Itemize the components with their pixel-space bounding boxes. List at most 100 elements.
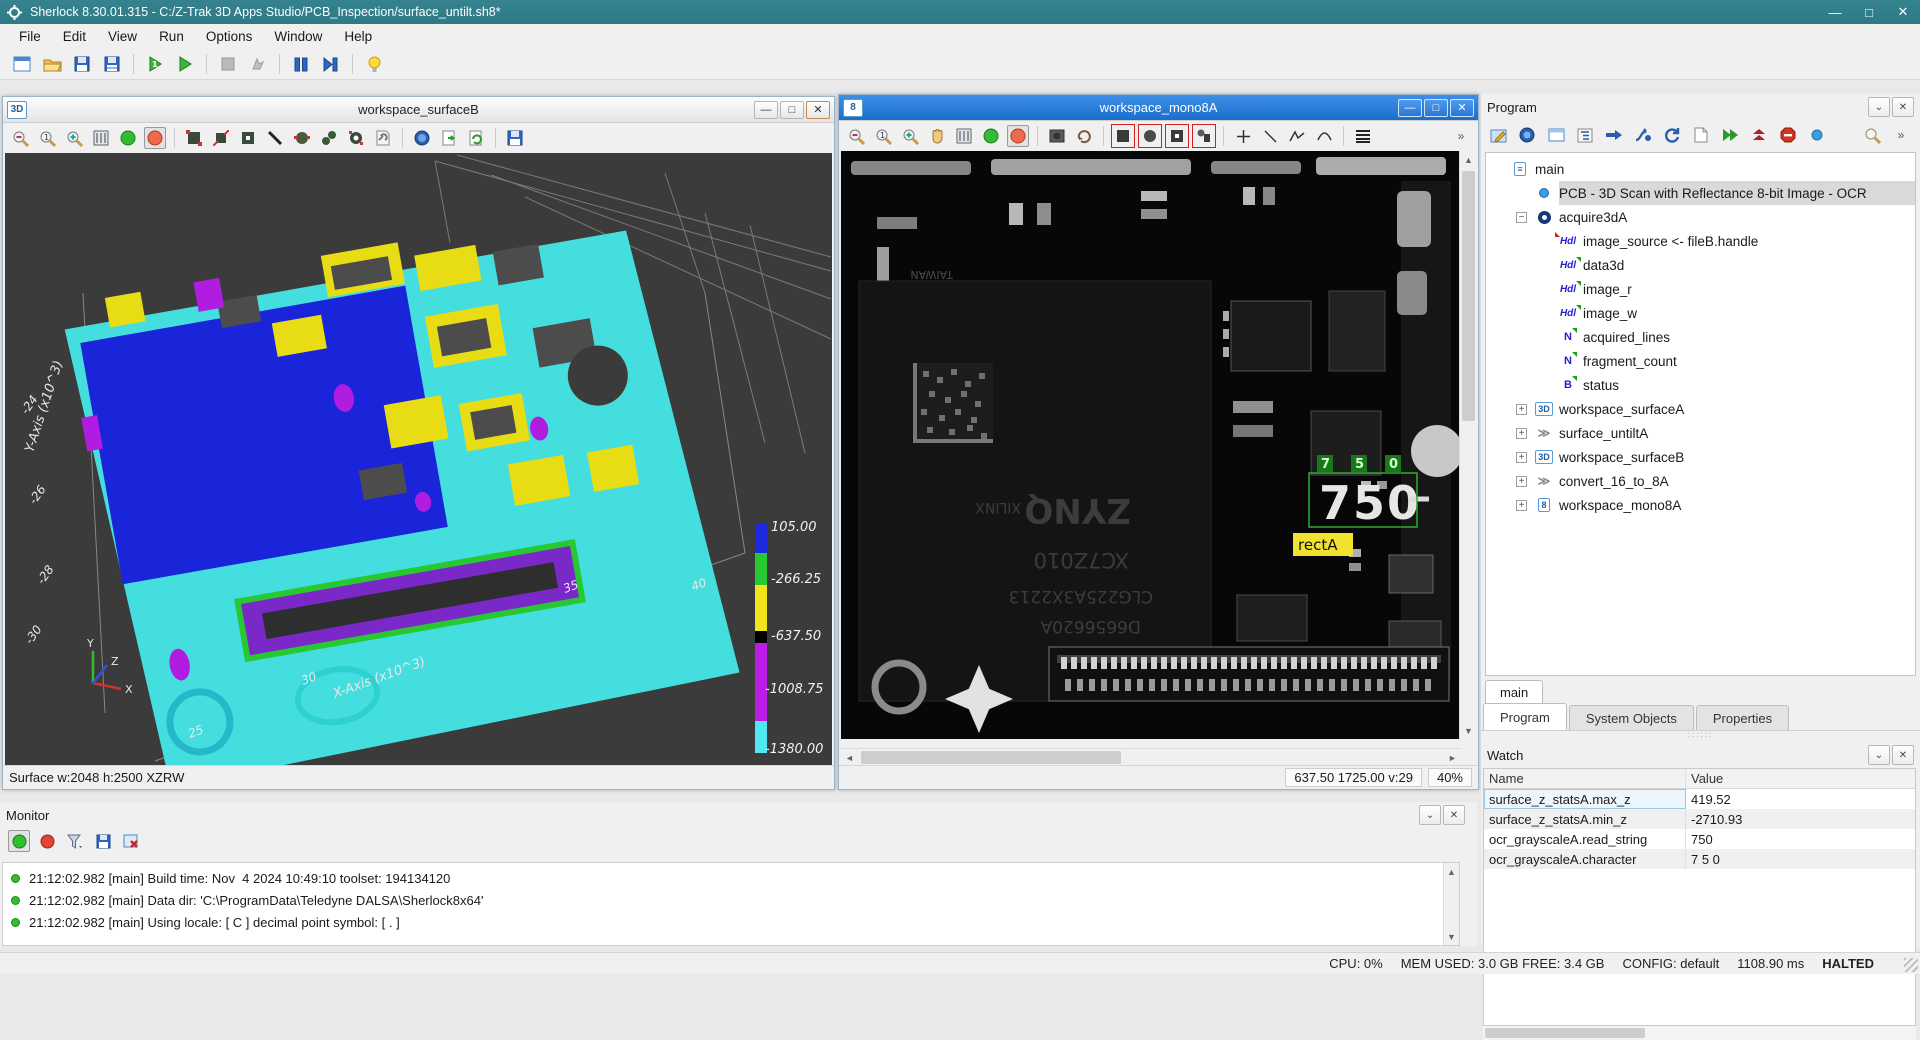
roi-move-icon[interactable]	[210, 127, 232, 149]
watch-row[interactable]: surface_z_statsA.max_z419.52	[1484, 789, 1915, 809]
tree-expand-toggle[interactable]: +	[1516, 500, 1527, 511]
surfaceB-maximize-button[interactable]: □	[780, 101, 804, 119]
roi-line-icon[interactable]	[264, 127, 286, 149]
line-tool-icon[interactable]	[1259, 125, 1281, 147]
app-minimize-button[interactable]: —	[1818, 1, 1852, 23]
menu-run[interactable]: Run	[148, 26, 195, 47]
export-image-icon[interactable]	[438, 127, 460, 149]
roi-double-circle-icon[interactable]	[318, 127, 340, 149]
edit-instruction-icon[interactable]	[1487, 124, 1509, 146]
roi-ellipse-tool-icon[interactable]	[1139, 125, 1161, 147]
program-collapse-button[interactable]: ⌄	[1868, 97, 1890, 117]
monitor-filter-icon[interactable]	[64, 830, 86, 852]
page-icon[interactable]	[1690, 124, 1712, 146]
zoom-in-icon[interactable]	[899, 125, 921, 147]
tree-item-image_w[interactable]: Hdlimage_w	[1486, 301, 1915, 325]
tree-item-acquire3da[interactable]: −acquire3dA	[1486, 205, 1915, 229]
freeze-display-icon[interactable]	[144, 127, 166, 149]
surfaceB-minimize-button[interactable]: —	[754, 101, 778, 119]
scroll-down-arrow[interactable]: ▼	[1460, 722, 1477, 739]
freeze-display-icon[interactable]	[1007, 125, 1029, 147]
new-window-icon[interactable]	[1545, 124, 1567, 146]
tree-item-image_r[interactable]: Hdlimage_r	[1486, 277, 1915, 301]
refresh-icon[interactable]	[1661, 124, 1683, 146]
roi-tools-icon[interactable]	[372, 127, 394, 149]
watch-horizontal-scrollbar[interactable]	[1483, 1026, 1916, 1040]
monitor-close-button[interactable]: ✕	[1443, 805, 1465, 825]
roi-annulus-rect-icon[interactable]	[237, 127, 259, 149]
scroll-up-arrow[interactable]: ▲	[1444, 863, 1459, 880]
live-display-icon[interactable]	[117, 127, 139, 149]
zoom-out-icon[interactable]	[845, 125, 867, 147]
watch-name-cell[interactable]: ocr_grayscaleA.read_string	[1484, 829, 1686, 849]
zoom-reset-icon[interactable]: 1	[36, 127, 58, 149]
monitor-start-icon[interactable]	[8, 830, 30, 852]
tab-properties[interactable]: Properties	[1696, 705, 1789, 730]
tree-expand-toggle[interactable]: +	[1516, 476, 1527, 487]
surfaceB-titlebar[interactable]: 3D workspace_surfaceB — □ ✕	[3, 97, 834, 123]
watch-value-cell[interactable]: 750	[1686, 832, 1915, 847]
open-button[interactable]	[40, 52, 64, 76]
save-as-button[interactable]	[100, 52, 124, 76]
search-icon[interactable]	[1861, 124, 1883, 146]
snapshot-icon[interactable]	[1046, 125, 1068, 147]
scroll-right-arrow[interactable]: ►	[1444, 749, 1461, 766]
pan-hand-icon[interactable]	[926, 125, 948, 147]
tree-view-icon[interactable]	[1574, 124, 1596, 146]
live-display-icon[interactable]	[980, 125, 1002, 147]
window-resize-grip[interactable]	[1904, 958, 1918, 972]
acquire-lens-icon[interactable]	[1516, 124, 1538, 146]
monitor-save-icon[interactable]	[92, 830, 114, 852]
roi-annulus-tool-icon[interactable]	[1166, 125, 1188, 147]
tree-item-pcb[interactable]: PCB - 3D Scan with Reflectance 8-bit Ima…	[1486, 181, 1915, 205]
roi-polygon-icon[interactable]	[345, 127, 367, 149]
surfaceB-close-button[interactable]: ✕	[806, 101, 830, 119]
watch-value-cell[interactable]: -2710.93	[1686, 812, 1915, 827]
monitor-collapse-button[interactable]: ⌄	[1419, 805, 1441, 825]
toolbar-overflow-chevron[interactable]: »	[1450, 125, 1472, 147]
step-button[interactable]	[319, 52, 343, 76]
tree-expand-toggle[interactable]: +	[1516, 452, 1527, 463]
point-tool-icon[interactable]	[1232, 125, 1254, 147]
mono8A-image-viewport[interactable]: TAIWAN D6656620A CLG225A3X2213 XC7Z010	[841, 151, 1461, 739]
menu-file[interactable]: File	[8, 26, 52, 47]
scrollbar-thumb[interactable]	[1462, 171, 1475, 421]
app-maximize-button[interactable]: □	[1852, 1, 1886, 23]
log-entry[interactable]: 21:12:02.982 [main] Build time: Nov 4 20…	[3, 867, 1459, 889]
run-once-button[interactable]: 1	[143, 52, 167, 76]
watch-name-cell[interactable]: surface_z_statsA.min_z	[1484, 809, 1686, 829]
new-investigation-button[interactable]	[10, 52, 34, 76]
log-entry[interactable]: 21:12:02.982 [main] Data dir: 'C:\Progra…	[3, 889, 1459, 911]
tree-collapse-toggle[interactable]: −	[1516, 212, 1527, 223]
tree-item-data3d[interactable]: Hdldata3d	[1486, 253, 1915, 277]
tree-item-main[interactable]: ≡main	[1486, 157, 1915, 181]
tab-program[interactable]: Program	[1483, 703, 1567, 730]
mono8A-close-button[interactable]: ✕	[1450, 99, 1474, 117]
toolbar-overflow-chevron[interactable]: »	[1890, 124, 1912, 146]
surfaceB-3d-viewport[interactable]: -24 -26 -28 -30 25 30 35 40 X-Axis (x10^…	[5, 153, 832, 765]
monitor-clear-icon[interactable]	[120, 830, 142, 852]
mono8A-minimize-button[interactable]: —	[1398, 99, 1422, 117]
tree-item-status[interactable]: Bstatus	[1486, 373, 1915, 397]
scroll-left-arrow[interactable]: ◄	[841, 749, 858, 766]
tree-item-convert_16_to_8a[interactable]: +≫convert_16_to_8A	[1486, 469, 1915, 493]
mono8A-maximize-button[interactable]: □	[1424, 99, 1448, 117]
tree-item-workspace_surfaceb[interactable]: +3Dworkspace_surfaceB	[1486, 445, 1915, 469]
save-button[interactable]	[70, 52, 94, 76]
watch-row[interactable]: ocr_grayscaleA.read_string750	[1484, 829, 1915, 849]
watch-col-value[interactable]: Value	[1686, 771, 1915, 786]
display-levels-icon[interactable]	[90, 127, 112, 149]
watch-col-name[interactable]: Name	[1484, 769, 1686, 788]
watch-close-button[interactable]: ✕	[1892, 745, 1914, 765]
tab-main[interactable]: main	[1485, 680, 1543, 704]
roi-circle-icon[interactable]	[291, 127, 313, 149]
run-fast-icon[interactable]	[1719, 124, 1741, 146]
watch-name-cell[interactable]: surface_z_statsA.max_z	[1484, 789, 1686, 809]
pause-button[interactable]	[289, 52, 313, 76]
rotate-icon[interactable]	[1073, 125, 1095, 147]
watch-table-header[interactable]: Name Value	[1484, 769, 1915, 789]
breakpoint-dot-icon[interactable]	[1806, 124, 1828, 146]
tree-item-surface_untilta[interactable]: +≫surface_untiltA	[1486, 421, 1915, 445]
app-close-button[interactable]: ✕	[1886, 1, 1920, 23]
tree-expand-toggle[interactable]: +	[1516, 428, 1527, 439]
